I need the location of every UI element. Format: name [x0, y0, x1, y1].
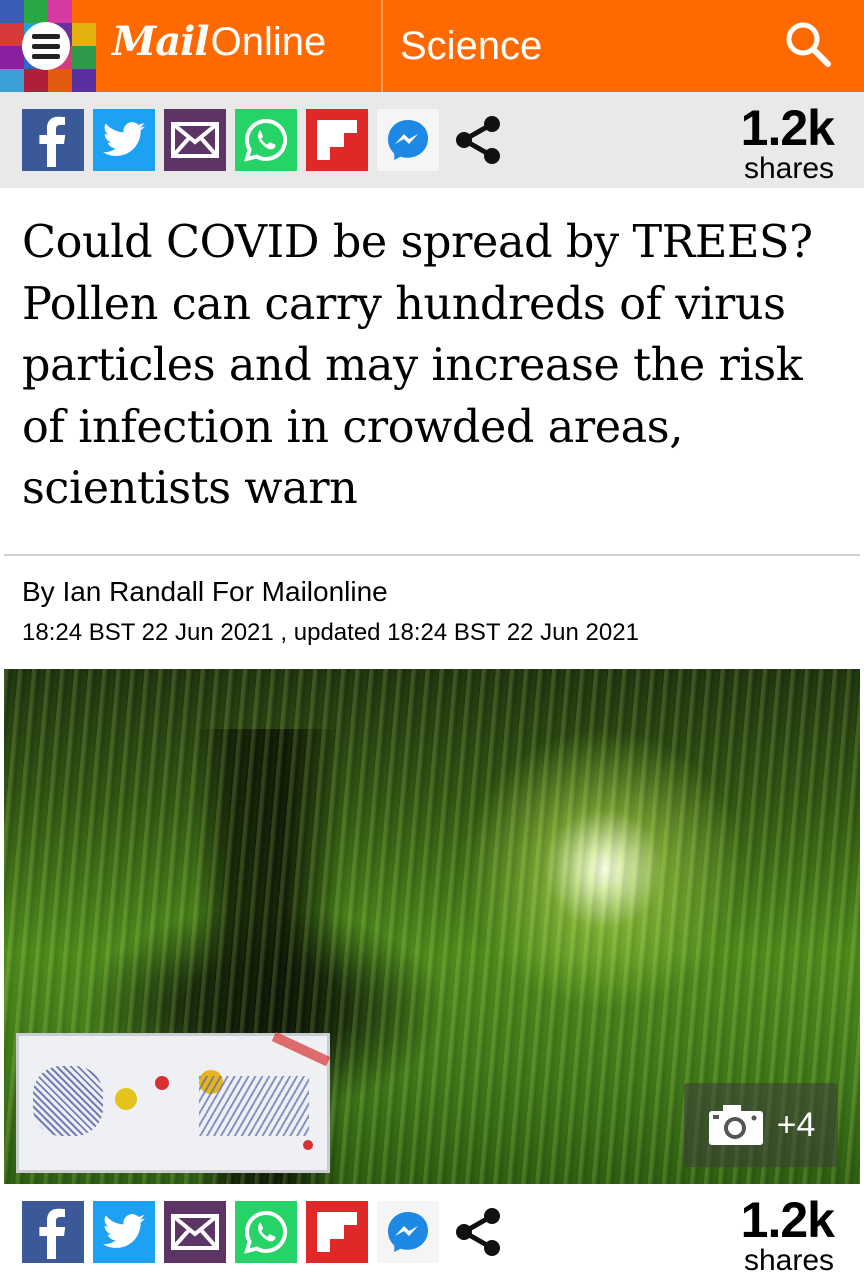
- gallery-count: +4: [776, 1105, 816, 1144]
- site-logo[interactable]: Mail Online: [112, 18, 326, 70]
- twitter-share-button[interactable]: [93, 1201, 155, 1263]
- twitter-icon: [102, 122, 146, 156]
- whatsapp-icon: [244, 118, 288, 162]
- gallery-button[interactable]: +4: [684, 1083, 838, 1167]
- share-count-label: shares: [743, 1244, 834, 1277]
- share-count-number: 1.2k: [740, 100, 835, 156]
- flipboard-share-button[interactable]: [306, 1201, 368, 1263]
- share-icon: [456, 1208, 500, 1256]
- whatsapp-share-button[interactable]: [235, 109, 297, 171]
- share-bar-top: 1.2k shares: [0, 92, 864, 188]
- facebook-icon: [39, 1208, 66, 1259]
- logo-online-text: Online: [210, 20, 327, 64]
- email-icon: [171, 1214, 219, 1250]
- logo-mail-text: Mail: [112, 18, 210, 65]
- email-icon: [171, 122, 219, 158]
- header-divider: [381, 0, 383, 92]
- whatsapp-share-button[interactable]: [235, 1201, 297, 1263]
- share-count: 1.2k shares: [740, 1192, 835, 1277]
- section-title[interactable]: Science: [400, 20, 542, 72]
- headline-divider: [4, 554, 860, 556]
- facebook-share-button[interactable]: [22, 109, 84, 171]
- article-dateline: 18:24 BST 22 Jun 2021 , updated 18:24 BS…: [22, 619, 639, 646]
- flipboard-icon: [317, 120, 357, 160]
- messenger-icon: [388, 120, 428, 160]
- share-count-number: 1.2k: [740, 1192, 835, 1248]
- more-share-button[interactable]: [448, 1201, 510, 1263]
- image-inset-diagram: [16, 1031, 331, 1173]
- article-headline: Could COVID be spread by TREES? Pollen c…: [22, 217, 813, 514]
- messenger-share-button[interactable]: [377, 109, 439, 171]
- messenger-icon: [388, 1212, 428, 1252]
- share-count-label: shares: [743, 152, 834, 185]
- site-header: Mail Online Science: [0, 0, 864, 92]
- facebook-icon: [39, 116, 66, 167]
- search-icon: [786, 22, 831, 67]
- email-share-button[interactable]: [164, 1201, 226, 1263]
- share-icons: [22, 109, 510, 171]
- messenger-share-button[interactable]: [377, 1201, 439, 1263]
- search-button[interactable]: [782, 18, 834, 70]
- flipboard-icon: [317, 1212, 357, 1252]
- menu-button[interactable]: [22, 22, 70, 70]
- twitter-icon: [102, 1214, 146, 1248]
- share-bar-bottom: 1.2k shares: [0, 1184, 864, 1280]
- article-byline[interactable]: By Ian Randall For Mailonline: [22, 574, 388, 610]
- share-icons: [22, 1201, 510, 1263]
- flipboard-share-button[interactable]: [306, 109, 368, 171]
- article-lead-image[interactable]: +4: [4, 669, 860, 1184]
- more-share-button[interactable]: [448, 109, 510, 171]
- camera-icon: [708, 1105, 763, 1145]
- whatsapp-icon: [244, 1210, 288, 1254]
- share-icon: [456, 116, 500, 164]
- facebook-share-button[interactable]: [22, 1201, 84, 1263]
- menu-icon: [32, 33, 60, 39]
- email-share-button[interactable]: [164, 109, 226, 171]
- share-count: 1.2k shares: [740, 100, 835, 185]
- twitter-share-button[interactable]: [93, 109, 155, 171]
